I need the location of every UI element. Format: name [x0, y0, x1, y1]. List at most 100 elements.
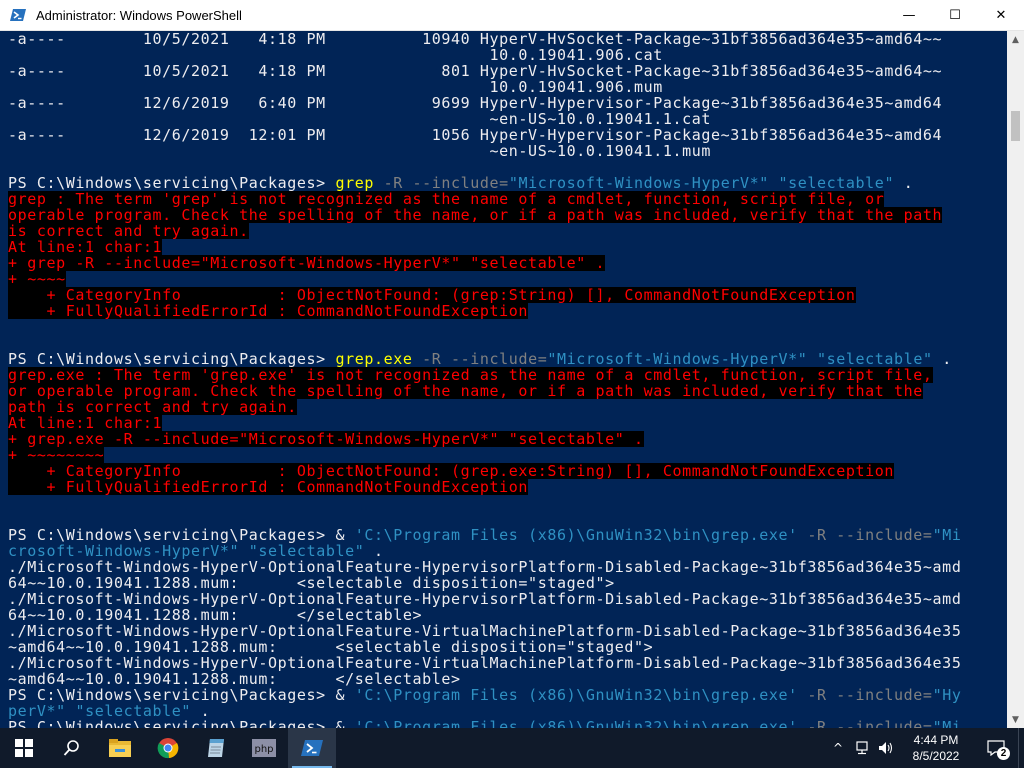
console-text: + ~~~~	[8, 271, 66, 287]
php-icon: php	[252, 739, 276, 757]
console-line: At line:1 char:1	[8, 415, 998, 431]
console-text: -a---- 12/6/2019 6:40 PM 9699 HyperV-Hyp…	[8, 95, 943, 111]
console-text: -R --include=	[373, 175, 509, 191]
taskbar-powershell[interactable]	[288, 728, 336, 768]
console-line: ./Microsoft-Windows-HyperV-OptionalFeatu…	[8, 559, 998, 575]
tray-chevron-icon[interactable]: ^	[826, 728, 850, 768]
console-line: ~en-US~10.0.19041.1.mum	[8, 143, 998, 159]
console-text: 10.0.19041.906.cat	[8, 47, 663, 63]
console-text: "selectable"	[248, 543, 365, 559]
console-text: + FullyQualifiedErrorId : CommandNotFoun…	[8, 479, 529, 495]
console-text: grep	[335, 175, 374, 191]
console-line: grep.exe : The term 'grep.exe' is not re…	[8, 367, 998, 383]
console-text: "selectable"	[817, 351, 933, 367]
console-line: + FullyQualifiedErrorId : CommandNotFoun…	[8, 303, 998, 319]
system-tray: ^ 4:44 PM 8/5/2022 2	[826, 728, 1024, 768]
console-text: ./Microsoft-Windows-HyperV-OptionalFeatu…	[8, 655, 962, 671]
console-text: "selectable"	[778, 175, 895, 191]
console-text: 64~~10.0.19041.1288.mum: <selectable dis…	[8, 575, 615, 591]
console-text: PS C:\Windows\servicing\Packages> &	[8, 527, 355, 543]
taskbar-clock[interactable]: 4:44 PM 8/5/2022	[898, 732, 974, 764]
console-text: ./Microsoft-Windows-HyperV-OptionalFeatu…	[8, 559, 962, 575]
show-desktop-button[interactable]	[1018, 728, 1024, 768]
console-line: 64~~10.0.19041.1288.mum: </selectable>	[8, 607, 998, 623]
clock-time: 4:44 PM	[913, 733, 959, 747]
console-text: "Mi	[932, 527, 962, 543]
close-button[interactable]: ✕	[978, 0, 1024, 31]
console-line: + grep.exe -R --include="Microsoft-Windo…	[8, 431, 998, 447]
console-line: + ~~~~	[8, 271, 998, 287]
console-text: "Microsoft-Windows-HyperV*"	[508, 175, 769, 191]
console-text: "selectable"	[75, 703, 192, 719]
console-text: or operable program. Check the spelling …	[8, 383, 923, 399]
console-text: perV*"	[8, 703, 66, 719]
scroll-thumb[interactable]	[1011, 111, 1020, 141]
title-bar[interactable]: Administrator: Windows PowerShell — ☐ ✕	[0, 0, 1024, 31]
console-text: 'C:\Program Files (x86)\GnuWin32\bin\gre…	[354, 687, 798, 703]
console-line: PS C:\Windows\servicing\Packages> grep -…	[8, 175, 998, 191]
console-text: -R --include=	[412, 351, 548, 367]
search-button[interactable]	[48, 728, 96, 768]
taskbar-notepad[interactable]	[192, 728, 240, 768]
console-line: operable program. Check the spelling of …	[8, 207, 998, 223]
console-text: + CategoryInfo : ObjectNotFound: (grep:S…	[8, 287, 856, 303]
taskbar-php[interactable]: php	[240, 728, 288, 768]
taskbar-file-explorer[interactable]	[96, 728, 144, 768]
console-text: ./Microsoft-Windows-HyperV-OptionalFeatu…	[8, 623, 962, 639]
taskbar-chrome[interactable]	[144, 728, 192, 768]
notepad-icon	[208, 739, 224, 757]
console-text: .	[894, 175, 914, 191]
console-line: ~amd64~~10.0.19041.1288.mum: <selectable…	[8, 639, 998, 655]
console-text: -a---- 10/5/2021 4:18 PM 10940 HyperV-Hv…	[8, 31, 943, 47]
vertical-scrollbar[interactable]: ▲ ▼	[1007, 31, 1024, 728]
console-area[interactable]: -a---- 10/5/2021 4:18 PM 10940 HyperV-Hv…	[0, 31, 1024, 728]
console-line: -a---- 10/5/2021 4:18 PM 801 HyperV-HvSo…	[8, 63, 998, 79]
console-line: path is correct and try again.	[8, 399, 998, 415]
console-line: -a---- 10/5/2021 4:18 PM 10940 HyperV-Hv…	[8, 31, 998, 47]
console-text: ~en-US~10.0.19041.1.cat	[8, 111, 712, 127]
console-text: + FullyQualifiedErrorId : CommandNotFoun…	[8, 303, 529, 319]
console-text: At line:1 char:1	[8, 415, 163, 431]
console-line: + grep -R --include="Microsoft-Windows-H…	[8, 255, 998, 271]
minimize-button[interactable]: —	[886, 0, 932, 31]
console-line: + CategoryInfo : ObjectNotFound: (grep.e…	[8, 463, 998, 479]
volume-icon[interactable]	[874, 728, 898, 768]
console-line: + ~~~~~~~~	[8, 447, 998, 463]
network-icon[interactable]	[850, 728, 874, 768]
console-text: PS C:\Windows\servicing\Packages> &	[8, 719, 355, 728]
console-line: + CategoryInfo : ObjectNotFound: (grep:S…	[8, 287, 998, 303]
powershell-taskbar-icon	[301, 740, 323, 756]
start-button[interactable]	[0, 728, 48, 768]
console-text: path is correct and try again.	[8, 399, 297, 415]
maximize-button[interactable]: ☐	[932, 0, 978, 31]
console-text: 'C:\Program Files (x86)\GnuWin32\bin\gre…	[354, 527, 798, 543]
console-line: 10.0.19041.906.cat	[8, 47, 998, 63]
console-line: ./Microsoft-Windows-HyperV-OptionalFeatu…	[8, 623, 998, 639]
console-text: ~amd64~~10.0.19041.1288.mum: </selectabl…	[8, 671, 461, 687]
action-center-button[interactable]: 2	[974, 728, 1018, 768]
console-text: grep.exe	[335, 351, 413, 367]
console-line: + FullyQualifiedErrorId : CommandNotFoun…	[8, 479, 998, 495]
console-text: .	[932, 351, 952, 367]
console-text: -a---- 10/5/2021 4:18 PM 801 HyperV-HvSo…	[8, 63, 943, 79]
console-text: ~en-US~10.0.19041.1.mum	[8, 143, 712, 159]
console-line: crosoft-Windows-HyperV*" "selectable" .	[8, 543, 998, 559]
console-line: ~amd64~~10.0.19041.1288.mum: </selectabl…	[8, 671, 998, 687]
window-title: Administrator: Windows PowerShell	[36, 7, 242, 23]
console-text: -R --include=	[797, 719, 933, 728]
console-text: crosoft-Windows-HyperV*"	[8, 543, 240, 559]
scroll-down-icon[interactable]: ▼	[1007, 711, 1024, 728]
scroll-up-icon[interactable]: ▲	[1007, 31, 1024, 48]
console-text: .	[191, 703, 211, 719]
console-text: + CategoryInfo : ObjectNotFound: (grep.e…	[8, 463, 895, 479]
powershell-icon	[10, 9, 26, 21]
console-text: -R --include=	[797, 527, 933, 543]
search-icon	[63, 740, 79, 756]
console-text: ~amd64~~10.0.19041.1288.mum: <selectable…	[8, 639, 654, 655]
